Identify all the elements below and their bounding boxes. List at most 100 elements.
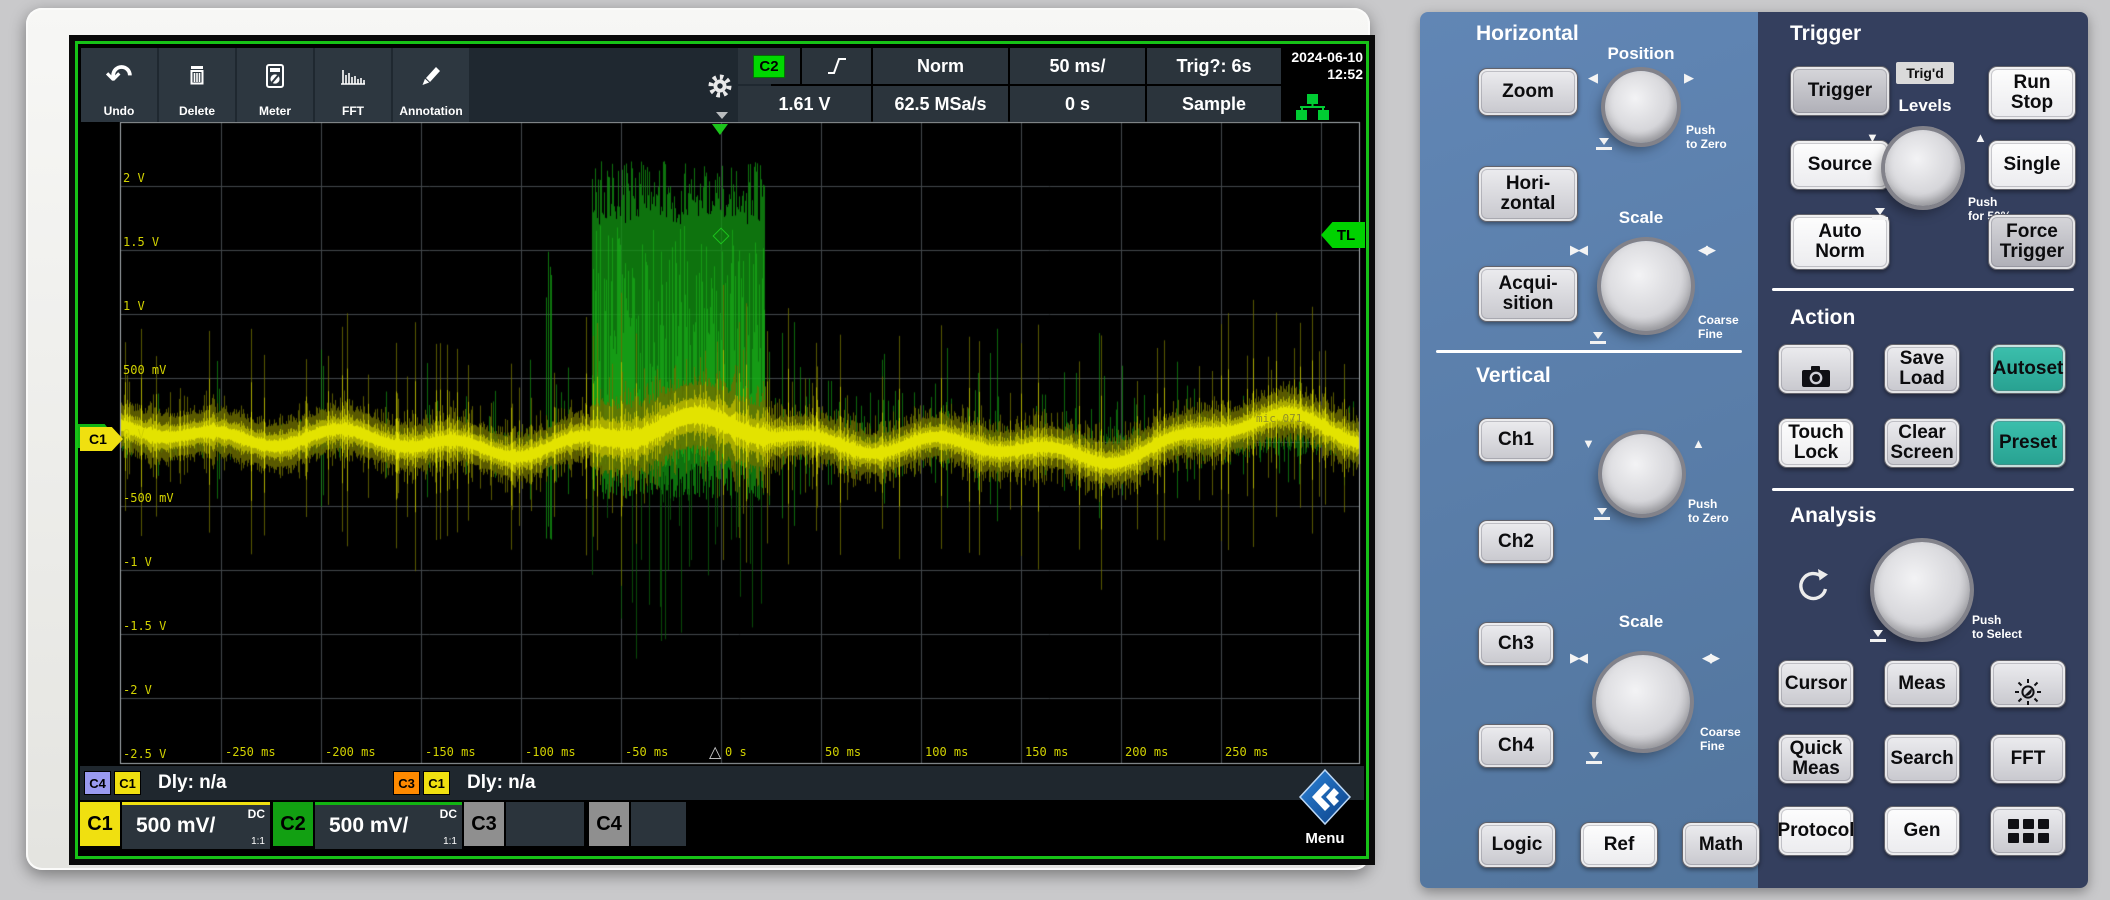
hscale-knob-hint: Coarse Fine (1698, 313, 1739, 341)
source-button[interactable]: Source (1790, 140, 1890, 190)
navigation-knob[interactable] (1874, 542, 1970, 638)
annotation-button[interactable]: Annotation (393, 48, 469, 122)
meas-button[interactable]: Meas (1884, 660, 1960, 708)
y-axis-label: -1 V (123, 555, 152, 569)
x-axis-label: 150 ms (1025, 745, 1069, 759)
preset-button[interactable]: Preset (1990, 418, 2066, 468)
trigger-source-badge: C2 (753, 54, 785, 78)
trigger-state-cell[interactable]: Trig?: 6s (1147, 48, 1281, 84)
meter-icon (262, 48, 288, 104)
hscale-knob-label: Scale (1618, 208, 1664, 227)
cursor-button[interactable]: Cursor (1778, 660, 1854, 708)
single-button[interactable]: Single (1988, 140, 2076, 190)
screenshot-button[interactable] (1778, 344, 1854, 394)
trigger-source-cell[interactable]: C2 (738, 48, 800, 84)
oscilloscope-front: ↶ Undo Delete Meter FFT Annotation C2 No… (26, 8, 1370, 870)
trigger-level-knob[interactable] (1885, 130, 1961, 206)
rotate-right-icon: ▶ (1684, 70, 1694, 85)
time-text: 12:52 (1327, 66, 1363, 82)
network-icon[interactable] (1294, 94, 1330, 127)
rotate-down-icon: ▼ (1582, 436, 1595, 451)
x-axis-label: 250 ms (1225, 745, 1269, 759)
run-stop-button[interactable]: Run Stop (1988, 66, 2076, 120)
channel-3-settings[interactable] (506, 802, 584, 846)
delay-marker[interactable]: △ (709, 742, 721, 762)
touch-lock-button[interactable]: Touch Lock (1778, 418, 1854, 468)
vertical-position-knob[interactable] (1602, 434, 1682, 514)
x-axis-label: -150 ms (425, 745, 476, 759)
trigger-position-marker[interactable] (712, 124, 728, 135)
measurement-row: C4 C1 Dly: n/a C3 C1 Dly: n/a (80, 766, 1364, 800)
ref-button[interactable]: Ref (1580, 822, 1658, 868)
ch2-button[interactable]: Ch2 (1478, 520, 1554, 564)
timebase-cell[interactable]: 50 ms/ (1010, 48, 1145, 84)
undo-label: Undo (103, 104, 135, 118)
tab-channel-4[interactable]: C4 (589, 802, 629, 846)
quick-meas-button[interactable]: Quick Meas (1778, 734, 1854, 784)
logic-button[interactable]: Logic (1478, 822, 1556, 868)
vertical-scale-knob[interactable] (1596, 655, 1690, 749)
autoset-button[interactable]: Autoset (1990, 344, 2066, 394)
channel-2-settings[interactable]: 500 mV/ DC 1:1 (315, 802, 462, 849)
sample-rate-cell[interactable]: 62.5 MSa/s (873, 86, 1008, 122)
ch4-button[interactable]: Ch4 (1478, 724, 1554, 768)
delete-button[interactable]: Delete (159, 48, 235, 122)
rising-edge-icon (827, 58, 846, 74)
y-axis-label: 0 V (123, 427, 145, 441)
settings-caret-icon[interactable] (716, 112, 728, 119)
trigger-mode-cell[interactable]: Norm (873, 48, 1008, 84)
apps-button[interactable] (1990, 806, 2066, 856)
vscale-knob-hint: Coarse Fine (1700, 725, 1741, 753)
intensity-button[interactable] (1990, 660, 2066, 708)
navigation-knob-hint: Push to Select (1972, 613, 2023, 641)
channel-1-settings[interactable]: 500 mV/ DC 1:1 (122, 802, 270, 849)
measure-group-1[interactable]: C4 C1 Dly: n/a (84, 771, 227, 795)
delay-readout-1: Dly: n/a (158, 772, 227, 793)
divider (1436, 350, 1742, 353)
horizontal-position-cell[interactable]: 0 s (1010, 86, 1145, 122)
y-axis-label: -2 V (123, 683, 152, 697)
watermark-text: mic 071 (1256, 412, 1303, 425)
fft-button[interactable]: FFT (315, 48, 391, 122)
protocol-button[interactable]: Protocol (1777, 806, 1855, 856)
tab-channel-1[interactable]: C1 (80, 802, 120, 846)
math-button[interactable]: Math (1682, 822, 1760, 868)
fft-panel-button[interactable]: FFT (1990, 734, 2066, 784)
rs-logo[interactable] (1298, 768, 1352, 831)
tab-channel-2[interactable]: C2 (273, 802, 313, 846)
search-button[interactable]: Search (1884, 734, 1960, 784)
channel-1-probe: 1:1 (251, 836, 265, 847)
rotate-up-icon: ▲ (1974, 130, 1987, 145)
acquisition-button[interactable]: Acqui- sition (1478, 266, 1578, 322)
y-axis-label: 500 mV (123, 363, 167, 377)
ch3-button[interactable]: Ch3 (1478, 622, 1554, 666)
auto-norm-button[interactable]: Auto Norm (1790, 214, 1890, 270)
trigger-level-cell[interactable]: 1.61 V (738, 86, 871, 122)
x-axis-label: -200 ms (325, 745, 376, 759)
save-load-button[interactable]: Save Load (1884, 344, 1960, 394)
channel-4-settings[interactable] (631, 802, 686, 846)
settings-gear-icon[interactable] (706, 72, 734, 105)
force-trigger-button[interactable]: Force Trigger (1988, 214, 2076, 270)
clear-screen-button[interactable]: Clear Screen (1884, 418, 1960, 468)
undo-button[interactable]: ↶ Undo (81, 48, 157, 122)
horizontal-position-knob[interactable] (1605, 71, 1677, 143)
acquisition-mode-cell[interactable]: Sample (1147, 86, 1281, 122)
x-axis-label: -250 ms (225, 745, 276, 759)
measure-group-2[interactable]: C3 C1 Dly: n/a (393, 771, 536, 795)
undo-icon: ↶ (105, 57, 133, 95)
zoom-button[interactable]: Zoom (1478, 68, 1578, 116)
channel-1-coupling: DC (247, 807, 265, 821)
tab-channel-3[interactable]: C3 (464, 802, 504, 846)
horizontal-button[interactable]: Hori- zontal (1478, 166, 1578, 222)
y-axis-label: 2 V (123, 171, 145, 185)
position-knob-label: Position (1607, 44, 1675, 63)
menu-label[interactable]: Menu (1288, 830, 1362, 847)
pencil-icon (418, 48, 444, 104)
meter-button[interactable]: Meter (237, 48, 313, 122)
ch1-button[interactable]: Ch1 (1478, 418, 1554, 462)
gen-button[interactable]: Gen (1884, 806, 1960, 856)
horizontal-scale-knob[interactable] (1601, 241, 1691, 331)
y-axis-label: -1.5 V (123, 619, 167, 633)
trigger-slope-cell[interactable] (802, 48, 871, 84)
